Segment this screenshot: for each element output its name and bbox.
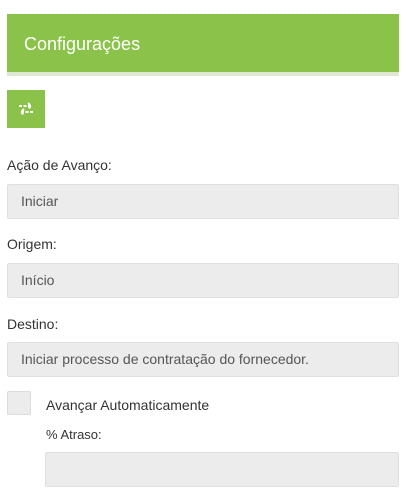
auto-advance-label[interactable]: Avançar Automaticamente — [46, 397, 209, 413]
swap-arrows-icon — [19, 102, 33, 116]
auto-advance-checkbox[interactable] — [7, 391, 31, 415]
page-title: Configurações — [24, 34, 141, 54]
atraso-label: % Atraso: — [46, 427, 102, 442]
destino-field[interactable]: Iniciar processo de contratação do forne… — [7, 342, 399, 377]
atraso-input[interactable] — [45, 452, 399, 487]
acao-label: Ação de Avanço: — [7, 157, 112, 173]
swap-button[interactable] — [7, 90, 45, 128]
header-bar: Configurações — [7, 14, 399, 76]
acao-field[interactable]: Iniciar — [7, 184, 399, 219]
origem-label: Origem: — [7, 236, 57, 252]
destino-label: Destino: — [7, 316, 59, 332]
origem-field[interactable]: Início — [7, 263, 399, 298]
